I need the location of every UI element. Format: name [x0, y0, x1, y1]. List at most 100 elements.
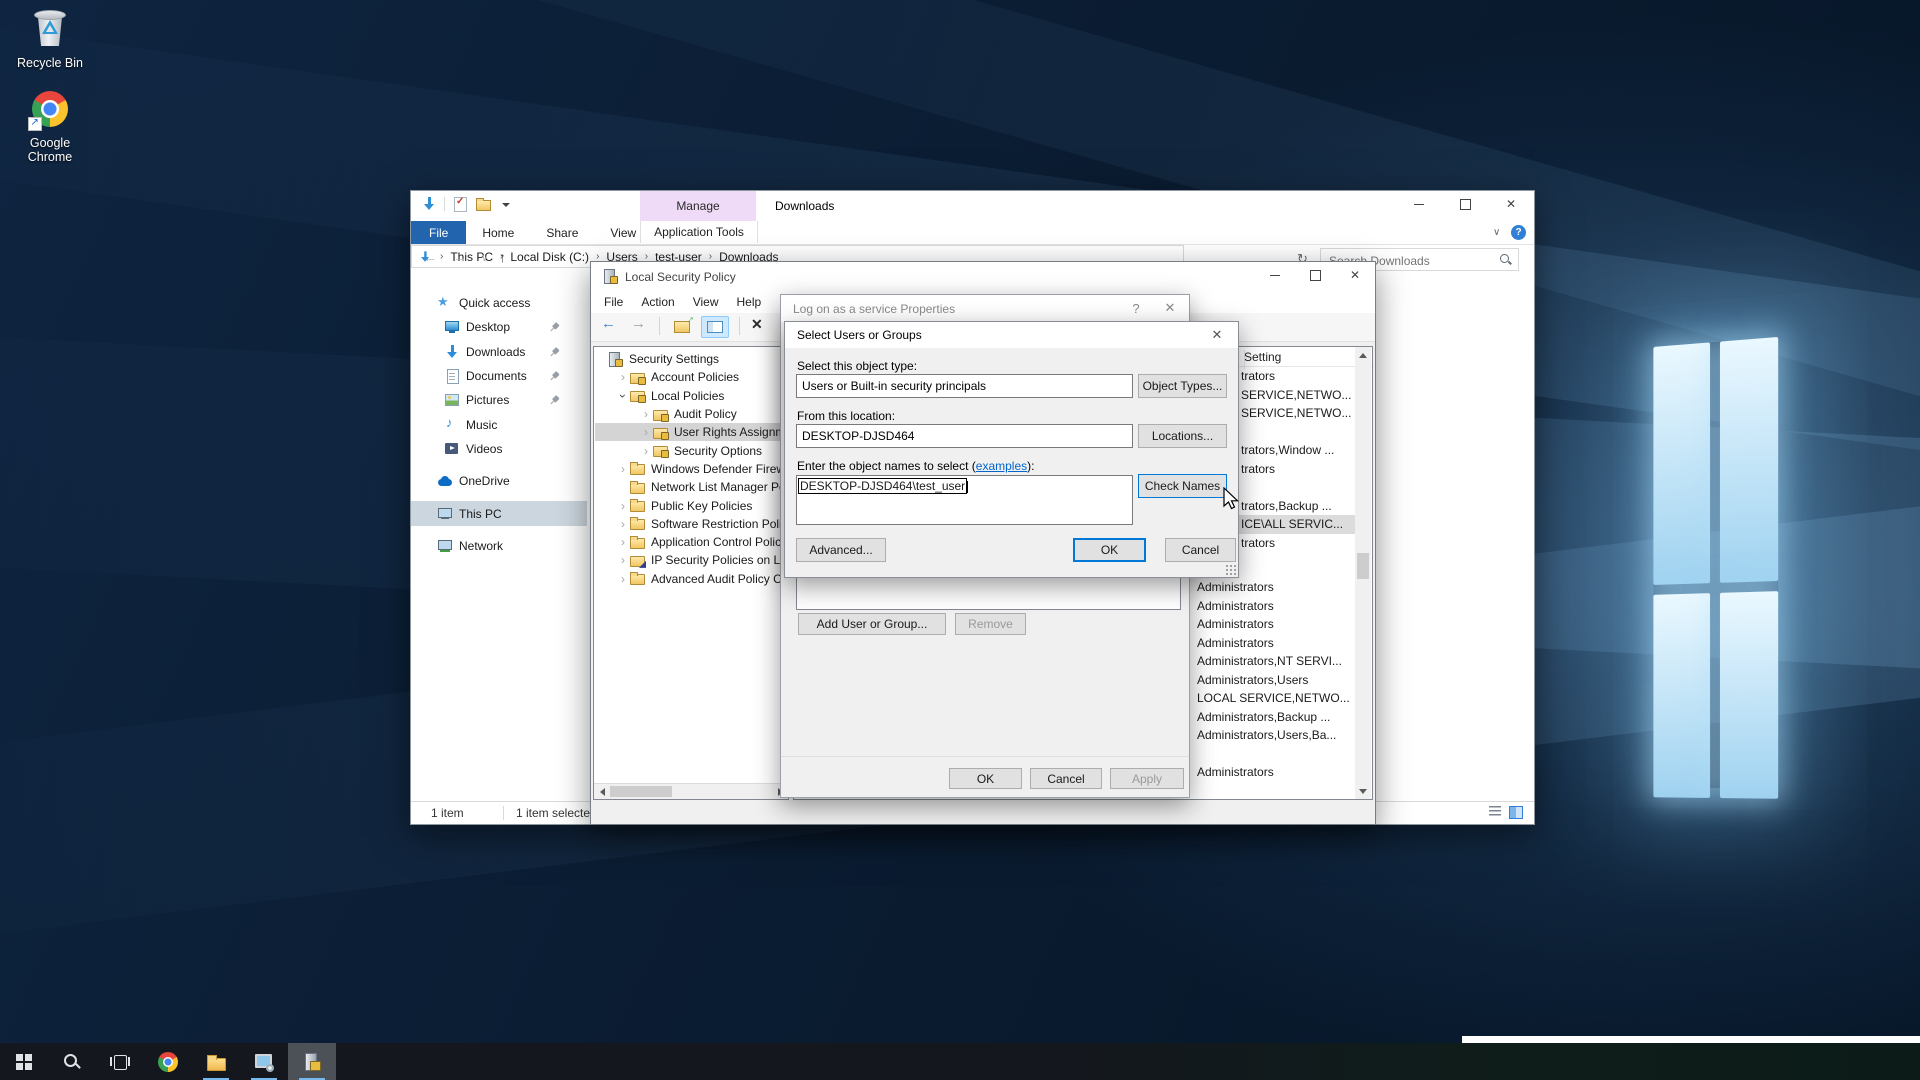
security-setting-value[interactable]: Administrators,Users — [1197, 671, 1361, 690]
resize-grip[interactable] — [1226, 565, 1236, 575]
tree-item-security-settings[interactable]: Security Settings — [595, 350, 787, 368]
up-one-level-icon[interactable] — [673, 317, 693, 333]
security-setting-value[interactable]: Administrators — [1197, 634, 1361, 653]
ok-button[interactable]: OK — [1073, 538, 1146, 562]
tree-expand-chevron-icon[interactable] — [640, 425, 652, 439]
back-icon[interactable]: ← — [601, 315, 616, 332]
google-chrome-desktop-icon[interactable]: Google Chrome — [8, 86, 92, 164]
tab-home[interactable]: Home — [466, 221, 530, 244]
tree-expand-chevron-icon[interactable] — [617, 553, 629, 567]
sidebar-item-quick-access[interactable]: Quick access — [411, 291, 587, 315]
close-button[interactable]: ✕ — [1335, 262, 1375, 288]
scroll-down-button[interactable] — [1355, 783, 1371, 799]
tree-expand-chevron-icon[interactable] — [617, 389, 629, 403]
tree-expand-chevron-icon[interactable] — [617, 572, 629, 586]
file-explorer-taskbar-button[interactable] — [192, 1043, 240, 1080]
tree-expand-chevron-icon[interactable] — [617, 517, 629, 531]
menu-action[interactable]: Action — [632, 295, 683, 309]
security-setting-value[interactable]: LOCAL SERVICE,NETWO... — [1197, 689, 1361, 708]
help-button[interactable]: ? — [1119, 296, 1153, 320]
security-setting-value[interactable]: Administrators,Users,Ba... — [1197, 726, 1361, 745]
sidebar-item-videos[interactable]: Videos — [411, 437, 587, 461]
tree-expand-chevron-icon[interactable] — [617, 499, 629, 513]
tab-application-tools[interactable]: Application Tools — [640, 221, 758, 243]
tree-item-user-rights-assignment[interactable]: User Rights Assignmen — [595, 423, 787, 441]
delete-icon[interactable]: ✕ — [751, 316, 763, 333]
tree-item-security-options[interactable]: Security Options — [595, 441, 787, 459]
tree-item-audit-policy[interactable]: Audit Policy — [595, 405, 787, 423]
security-setting-value[interactable]: Administrators,NT SERVI... — [1197, 652, 1361, 671]
security-setting-value[interactable]: Administrators — [1197, 615, 1361, 634]
scrollbar-thumb[interactable] — [610, 786, 672, 797]
local-security-policy-taskbar-button[interactable] — [288, 1043, 336, 1080]
recycle-bin-desktop-icon[interactable]: Recycle Bin — [8, 6, 92, 70]
tree-item-windows-defender-firewall[interactable]: Windows Defender Firewal — [595, 460, 787, 478]
tree-item-local-policies[interactable]: Local Policies — [595, 387, 787, 405]
up-icon[interactable]: ↑ — [499, 249, 506, 265]
details-view-icon[interactable] — [1489, 806, 1501, 816]
tree-item-software-restriction[interactable]: Software Restriction Policie — [595, 515, 787, 533]
apply-button[interactable]: Apply — [1110, 768, 1184, 789]
advanced-button[interactable]: Advanced... — [796, 538, 886, 562]
show-console-tree-button[interactable] — [701, 316, 729, 338]
cancel-button[interactable]: Cancel — [1165, 538, 1236, 562]
object-type-field[interactable]: Users or Built-in security principals — [796, 374, 1133, 398]
tree-expand-chevron-icon[interactable] — [617, 535, 629, 549]
minimize-button[interactable] — [1255, 262, 1295, 288]
security-setting-value[interactable]: Administrators,Backup ... — [1197, 708, 1361, 727]
locations-button[interactable]: Locations... — [1138, 424, 1227, 448]
horizontal-scrollbar[interactable] — [594, 783, 788, 799]
security-setting-value[interactable]: Administrators — [1197, 578, 1361, 597]
add-user-or-group-button[interactable]: Add User or Group... — [798, 613, 946, 635]
search-button[interactable] — [48, 1043, 96, 1080]
tree-item-application-control[interactable]: Application Control Policie — [595, 533, 787, 551]
help-icon[interactable]: ? — [1511, 225, 1526, 240]
ok-button[interactable]: OK — [949, 768, 1022, 789]
security-setting-value[interactable] — [1197, 745, 1361, 764]
close-button[interactable]: ✕ — [1200, 323, 1234, 347]
sidebar-item-network[interactable]: Network — [411, 534, 587, 558]
scroll-up-button[interactable] — [1355, 347, 1371, 363]
object-names-input[interactable]: DESKTOP-DJSD464\test_user — [796, 475, 1133, 525]
tree-item-advanced-audit[interactable]: Advanced Audit Policy Con — [595, 570, 787, 588]
customize-qat-chevron-icon[interactable] — [498, 196, 514, 212]
examples-link[interactable]: examples — [976, 459, 1027, 473]
tree-item-account-policies[interactable]: Account Policies — [595, 368, 787, 386]
sidebar-item-onedrive[interactable]: OneDrive — [411, 469, 587, 493]
ribbon-collapse-chevron-icon[interactable]: ∨ — [1493, 227, 1500, 238]
sidebar-item-downloads[interactable]: Downloads — [411, 340, 587, 364]
close-button[interactable]: ✕ — [1488, 191, 1534, 217]
sidebar-item-desktop[interactable]: Desktop — [411, 315, 587, 339]
object-types-button[interactable]: Object Types... — [1138, 374, 1227, 398]
chrome-taskbar-button[interactable] — [144, 1043, 192, 1080]
maximize-button[interactable] — [1295, 262, 1335, 288]
scrollbar-thumb[interactable] — [1357, 553, 1369, 579]
maximize-button[interactable] — [1442, 191, 1488, 217]
tree-expand-chevron-icon[interactable] — [640, 444, 652, 458]
start-button[interactable] — [0, 1043, 48, 1080]
sidebar-item-music[interactable]: Music — [411, 412, 587, 436]
properties-qat-icon[interactable] — [452, 196, 468, 212]
tab-file[interactable]: File — [411, 221, 466, 244]
sidebar-item-pictures[interactable]: Pictures — [411, 388, 587, 412]
tree-expand-chevron-icon[interactable] — [640, 407, 652, 421]
close-button[interactable]: ✕ — [1153, 296, 1187, 320]
tree-item-ip-security[interactable]: IP Security Policies on Loca — [595, 551, 787, 569]
minimize-button[interactable] — [1396, 191, 1442, 217]
security-setting-value[interactable]: Administrators — [1197, 763, 1361, 782]
recent-locations-chevron-icon[interactable]: ∨ — [481, 253, 488, 264]
installer-taskbar-button[interactable] — [240, 1043, 288, 1080]
breadcrumb-local-disk[interactable]: ›Local Disk (C:) — [493, 250, 589, 264]
new-folder-qat-icon[interactable] — [475, 196, 491, 212]
menu-help[interactable]: Help — [728, 295, 771, 309]
sidebar-item-documents[interactable]: Documents — [411, 364, 587, 388]
cancel-button[interactable]: Cancel — [1030, 768, 1102, 789]
tree-item-network-list-manager[interactable]: Network List Manager Poli — [595, 478, 787, 496]
forward-icon[interactable]: → — [453, 249, 467, 265]
remove-button[interactable]: Remove — [955, 613, 1026, 635]
task-view-button[interactable] — [96, 1043, 144, 1080]
large-icons-view-icon[interactable] — [1509, 806, 1523, 819]
tree-item-public-key-policies[interactable]: Public Key Policies — [595, 496, 787, 514]
check-names-button[interactable]: Check Names — [1138, 474, 1227, 498]
security-setting-value[interactable]: Administrators — [1197, 597, 1361, 616]
